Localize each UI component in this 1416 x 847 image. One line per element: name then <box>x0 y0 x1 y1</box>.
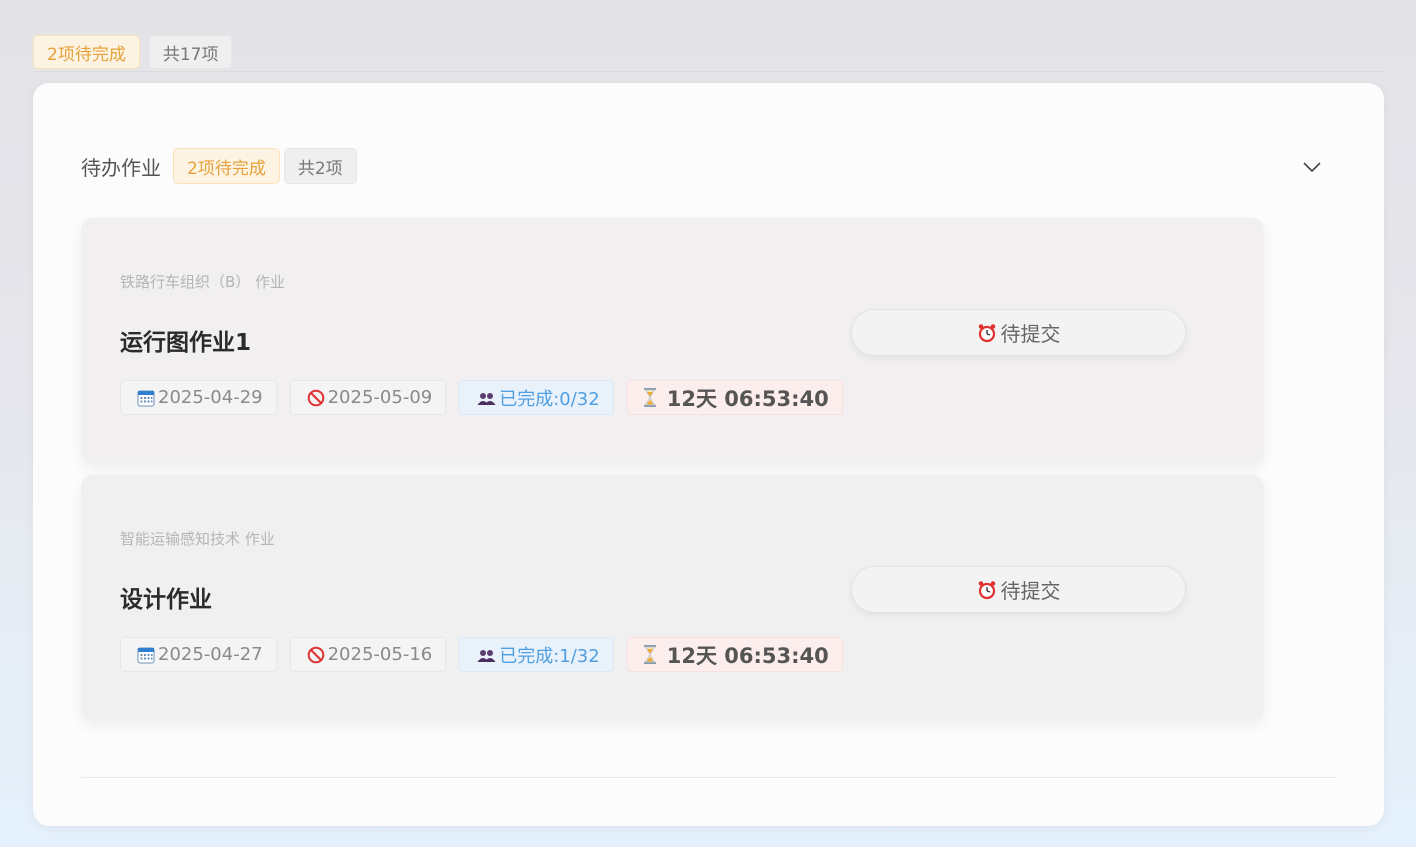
countdown-chip: 12天 06:53:40 <box>626 380 843 415</box>
assignment-meta: 2025-04-29 2025-05-09 已完成:0/32 12天 06:53… <box>120 380 843 415</box>
chevron-down-icon[interactable] <box>1300 155 1324 179</box>
section-pending-badge: 2项待完成 <box>173 148 280 184</box>
divider <box>81 777 1336 778</box>
total-count-badge: 共17项 <box>148 35 233 69</box>
completion-count: 已完成:1/32 <box>499 645 600 667</box>
people-icon <box>477 390 496 406</box>
deadline-chip: 2025-05-16 <box>289 637 447 672</box>
deadline-date: 2025-05-16 <box>327 644 433 665</box>
completion-count: 已完成:0/32 <box>499 388 600 410</box>
summary-badges: 2项待完成 共17项 <box>33 35 233 69</box>
countdown-value: 12天 06:53:40 <box>666 386 829 411</box>
course-name: 铁路行车组织（B） 作业 <box>120 273 286 291</box>
section-header[interactable]: 待办作业 2项待完成 共2项 <box>81 148 361 184</box>
people-icon <box>477 647 496 663</box>
assignment-meta: 2025-04-27 2025-05-16 已完成:1/32 12天 06:53… <box>120 637 843 672</box>
prohibited-icon <box>307 389 325 407</box>
section-total-badge: 共2项 <box>283 148 357 184</box>
divider <box>33 71 1384 72</box>
assignment-title[interactable]: 设计作业 <box>120 580 212 614</box>
calendar-icon <box>137 389 155 407</box>
hourglass-icon <box>643 388 656 407</box>
submit-status-button[interactable]: 待提交 <box>851 566 1186 613</box>
prohibited-icon <box>307 646 325 664</box>
assignment-title[interactable]: 运行图作业1 <box>120 323 251 357</box>
countdown-value: 12天 06:53:40 <box>666 643 829 668</box>
completion-chip: 已完成:1/32 <box>459 637 614 672</box>
start-date-chip: 2025-04-27 <box>120 637 277 672</box>
deadline-chip: 2025-05-09 <box>289 380 447 415</box>
start-date: 2025-04-27 <box>158 644 263 665</box>
submit-status-button[interactable]: 待提交 <box>851 309 1186 356</box>
alarm-clock-icon <box>977 580 997 600</box>
assignment-card[interactable]: 铁路行车组织（B） 作业 运行图作业1 2025-04-29 2025-05-0… <box>81 218 1264 463</box>
status-label: 待提交 <box>1000 322 1061 346</box>
pending-count-badge: 2项待完成 <box>33 35 140 69</box>
start-date: 2025-04-29 <box>158 387 263 408</box>
calendar-icon <box>137 646 155 664</box>
course-name: 智能运输感知技术 作业 <box>120 530 275 548</box>
todo-assignments-panel: 待办作业 2项待完成 共2项 铁路行车组织（B） 作业 运行图作业1 2025-… <box>33 83 1384 826</box>
deadline-date: 2025-05-09 <box>327 387 433 408</box>
section-title: 待办作业 <box>81 155 161 180</box>
alarm-clock-icon <box>977 323 997 343</box>
status-label: 待提交 <box>1000 579 1061 603</box>
start-date-chip: 2025-04-29 <box>120 380 277 415</box>
countdown-chip: 12天 06:53:40 <box>626 637 843 672</box>
assignment-card[interactable]: 智能运输感知技术 作业 设计作业 2025-04-27 2025-05-16 已… <box>81 475 1264 720</box>
completion-chip: 已完成:0/32 <box>459 380 614 415</box>
hourglass-icon <box>643 645 656 664</box>
